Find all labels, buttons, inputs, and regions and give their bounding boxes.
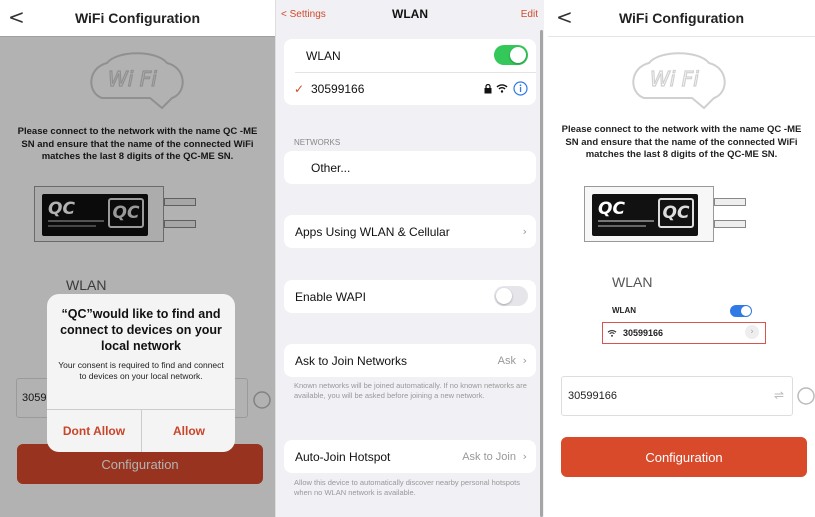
ssid-field[interactable]: 30599166 ⇌ [561,376,793,416]
auto-join-note: Allow this device to automatically disco… [294,478,520,497]
refresh-icon[interactable] [796,386,815,406]
header-divider [548,36,815,37]
info-icon[interactable] [513,81,528,96]
device-logo-left: QC [598,199,625,219]
enable-wapi-row: Enable WAPI [284,280,536,313]
settings-header: < Settings WLAN Edit [276,0,544,34]
auto-join-value: Ask to Join [462,450,516,463]
ask-to-join-row[interactable]: Ask to Join Networks Ask › [284,344,536,377]
instructions: Please connect to the network with the n… [561,124,802,160]
apps-card: Apps Using WLAN & Cellular › [284,215,536,248]
other-network-row[interactable]: Other... [284,151,536,184]
wifi-icon [496,84,508,93]
networks-card: Other... [284,151,536,184]
auto-join-label: Auto-Join Hotspot [295,449,391,464]
ssid-value: 30599166 [568,390,617,402]
swap-icon[interactable]: ⇌ [774,388,784,402]
inset-wlan-label: WLAN [612,306,636,315]
panel-divider [544,0,548,517]
panel-wifi-config-connected: < WiFi Configuration Wi Fi Please connec… [548,0,815,517]
alert-message: Your consent is required to find and con… [58,360,224,381]
ask-to-join-label: Ask to Join Networks [295,353,408,368]
inset-title: WLAN [612,274,653,290]
header: < WiFi Configuration [548,0,815,36]
dont-allow-button[interactable]: Dont Allow [47,410,141,452]
toggle-knob [496,288,512,304]
device-label: QC QC [592,194,698,236]
toggle-knob [510,47,526,63]
panel-divider [275,0,276,517]
chevron-right-icon: › [522,354,527,367]
device-logo-right: QC [658,198,694,228]
inset-wlan-toggle[interactable] [730,305,752,317]
inset-network-name: 30599166 [623,328,664,338]
panel-wifi-config-alert: < WiFi Configuration Wi Fi Please connec… [0,0,275,517]
device-connector [714,198,746,206]
configuration-button[interactable]: Configuration [561,437,807,477]
apps-using-wlan-row[interactable]: Apps Using WLAN & Cellular › [284,215,536,248]
edit-button[interactable]: Edit [521,9,538,20]
wlan-toggle[interactable] [494,45,528,65]
screenshot-root: < WiFi Configuration Wi Fi Please connec… [0,0,815,517]
device-label-line [598,220,654,222]
connected-network-name: 30599166 [311,81,365,96]
page-title: WiFi Configuration [618,10,745,26]
auto-join-card: Auto-Join Hotspot Ask to Join › [284,440,536,473]
check-icon: ✓ [294,81,305,96]
settings-title: WLAN [392,7,428,21]
wifi-icon [607,330,617,337]
enable-wapi-label: Enable WAPI [295,289,366,304]
wlan-row-label: WLAN [306,48,341,63]
permission-alert: “QC”would like to find and connect to de… [47,294,235,452]
header: < WiFi Configuration [0,0,275,36]
apps-using-wlan-label: Apps Using WLAN & Cellular [295,224,450,239]
auto-join-row[interactable]: Auto-Join Hotspot Ask to Join › [284,440,536,473]
scrollbar[interactable] [540,30,543,517]
lock-icon [484,84,492,94]
wapi-toggle[interactable] [494,286,528,306]
wlan-row: WLAN [284,39,536,72]
back-button[interactable]: < [8,5,25,29]
toggle-knob [741,306,751,316]
chevron-right-icon: › [522,450,527,463]
allow-button[interactable]: Allow [142,410,235,452]
page-title: WiFi Configuration [74,10,201,26]
networks-section-header: NETWORKS [294,138,341,147]
ask-to-join-value: Ask [497,354,516,367]
back-button[interactable]: < [556,5,573,29]
panel-ios-wlan-settings: < Settings WLAN Edit WLAN ✓ 30599166 NET… [276,0,544,517]
wifi-logo-text: Wi Fi [650,67,699,91]
alert-title: “QC”would like to find and connect to de… [60,307,222,353]
chevron-right-icon: › [522,225,527,238]
chevron-right-icon: › [745,325,759,339]
wapi-card: Enable WAPI [284,280,536,313]
ask-to-join-note: Known networks will be joined automatica… [294,381,527,400]
wlan-inset: WLAN WLAN 30599166 › [602,266,770,360]
inset-network-row[interactable]: 30599166 › [602,322,766,344]
device-label-line [598,225,646,227]
device-image: QC QC [584,186,746,242]
other-network-label: Other... [311,160,351,175]
connected-network-row[interactable]: ✓ 30599166 [284,72,536,105]
wifi-logo-icon: Wi Fi [632,52,726,110]
wlan-card: WLAN ✓ 30599166 [284,39,536,105]
ask-join-card: Ask to Join Networks Ask › [284,344,536,377]
device-connector [714,220,746,228]
